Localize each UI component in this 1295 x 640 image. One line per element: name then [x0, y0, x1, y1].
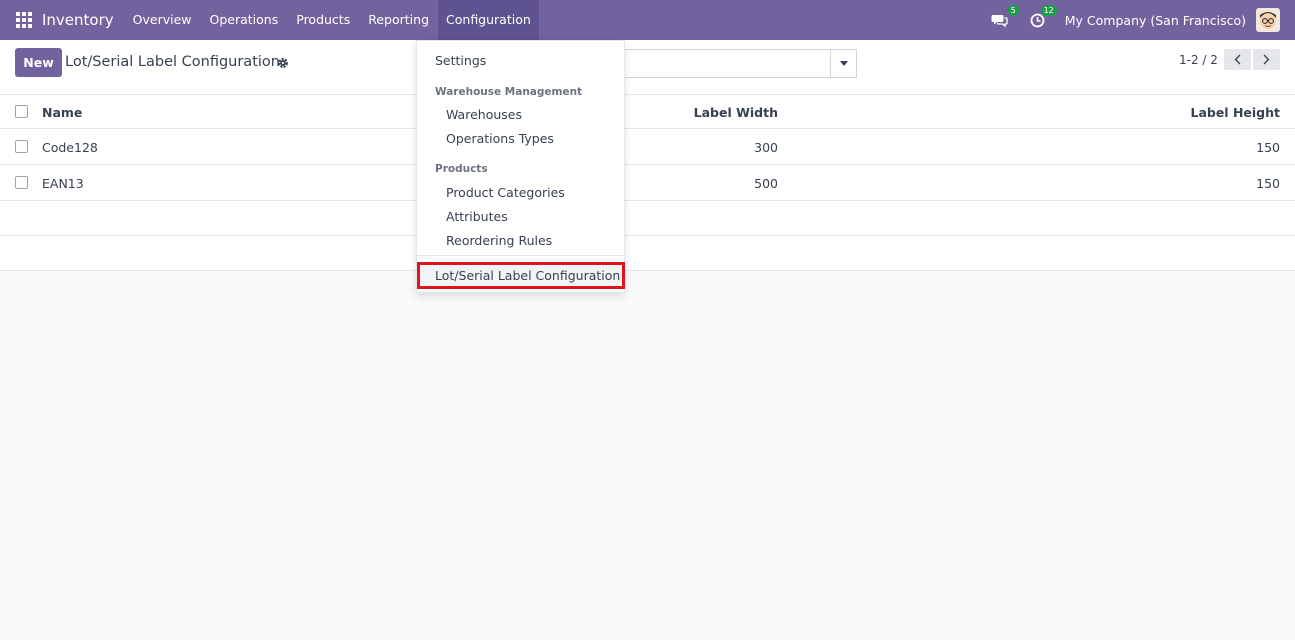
avatar-face-icon	[1260, 12, 1276, 29]
gear-icon[interactable]	[277, 57, 289, 73]
dropdown-header-products: Products	[435, 163, 488, 175]
column-header-label-height[interactable]: Label Height	[1190, 105, 1280, 120]
apps-grid-icon[interactable]	[16, 12, 32, 28]
column-header-label-width[interactable]: Label Width	[694, 105, 778, 120]
row-checkbox[interactable]	[15, 176, 28, 189]
dropdown-item-reordering-rules[interactable]: Reordering Rules	[446, 233, 653, 248]
company-switcher[interactable]: My Company (San Francisco)	[1065, 13, 1246, 28]
caret-down-icon	[839, 61, 848, 66]
chevron-right-icon	[1263, 54, 1270, 65]
menu-configuration[interactable]: Configuration	[438, 0, 539, 40]
search-options-toggle[interactable]	[830, 49, 857, 78]
user-avatar[interactable]	[1256, 8, 1280, 32]
dropdown-header-warehouse-management: Warehouse Management	[435, 86, 583, 98]
dropdown-item-lot-serial-label-configuration[interactable]: Lot/Serial Label Configuration	[435, 268, 642, 283]
messages-button[interactable]: 5	[989, 5, 1019, 31]
menu-reporting[interactable]: Reporting	[359, 0, 438, 40]
control-panel: New Lot/Serial Label Configuration 1-2 /…	[0, 40, 1295, 95]
cell-label-height[interactable]: 150	[1256, 176, 1280, 191]
dropdown-item-warehouses[interactable]: Warehouses	[446, 107, 653, 122]
dropdown-item-product-categories[interactable]: Product Categories	[446, 185, 653, 200]
menu-products[interactable]: Products	[287, 0, 359, 40]
activities-badge: 12	[1040, 5, 1057, 16]
messages-badge: 5	[1007, 5, 1019, 16]
page-title: Lot/Serial Label Configuration	[65, 54, 280, 70]
cell-label-width[interactable]: 300	[754, 140, 778, 155]
pager-value[interactable]: 1-2 / 2	[1179, 53, 1218, 67]
chevron-left-icon	[1234, 54, 1241, 65]
cell-name[interactable]: Code128	[42, 140, 98, 155]
new-button[interactable]: New	[15, 48, 62, 77]
dropdown-item-operations-types[interactable]: Operations Types	[446, 131, 653, 146]
menu-overview[interactable]: Overview	[124, 0, 201, 40]
column-header-name[interactable]: Name	[42, 105, 82, 120]
chat-icon	[991, 14, 1008, 27]
cell-label-height[interactable]: 150	[1256, 140, 1280, 155]
select-all-checkbox[interactable]	[15, 105, 28, 118]
top-navbar: Inventory Overview Operations Products R…	[0, 0, 1295, 40]
configuration-dropdown: Settings Warehouse Management Warehouses…	[416, 40, 625, 293]
dropdown-divider	[417, 255, 624, 256]
cell-name[interactable]: EAN13	[42, 176, 84, 191]
app-title[interactable]: Inventory	[42, 11, 114, 29]
cell-label-width[interactable]: 500	[754, 176, 778, 191]
menu-operations[interactable]: Operations	[201, 0, 288, 40]
pager-next-button[interactable]	[1253, 49, 1280, 70]
row-checkbox[interactable]	[15, 140, 28, 153]
activities-button[interactable]: 12	[1027, 5, 1057, 31]
dropdown-item-attributes[interactable]: Attributes	[446, 209, 653, 224]
pager-previous-button[interactable]	[1224, 49, 1251, 70]
dropdown-item-settings[interactable]: Settings	[435, 53, 642, 68]
